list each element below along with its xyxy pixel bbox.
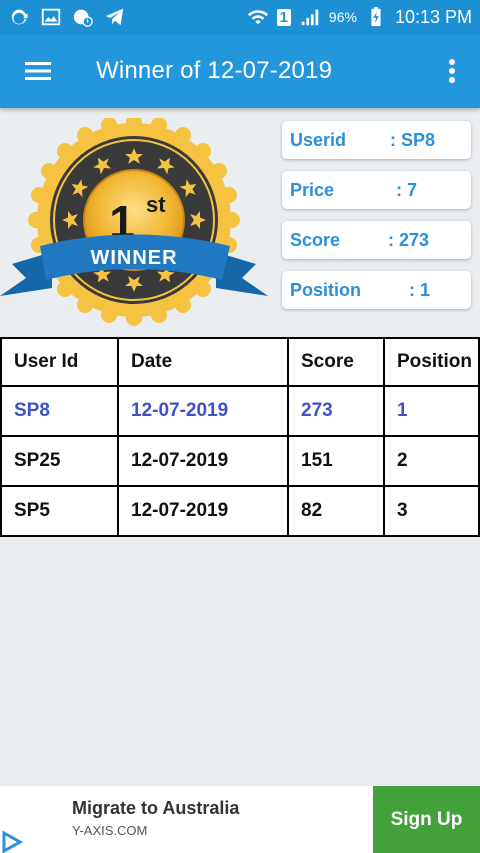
cell-position: 3 [383, 487, 480, 535]
ad-choices-icon[interactable] [0, 829, 24, 853]
ad-title[interactable]: Migrate to Australia [72, 798, 239, 819]
cell-user-id: SP5 [0, 487, 117, 535]
score-value: : 273 [388, 229, 430, 250]
cell-date: 12-07-2019 [117, 437, 287, 485]
header-date: Date [117, 339, 287, 385]
table-header-row: User Id Date Score Position [0, 337, 480, 387]
header-user-id: User Id [0, 339, 117, 385]
first-place-medal-icon: 1 st WINNER [0, 114, 268, 326]
cell-position: 2 [383, 437, 480, 485]
position-value: : 1 [409, 279, 431, 300]
price-value: : 7 [396, 179, 418, 200]
position-label: Position [290, 279, 361, 300]
cell-date: 12-07-2019 [117, 387, 287, 435]
ad-sign-up-button[interactable]: Sign Up [373, 786, 480, 853]
notification-icon [73, 9, 93, 27]
clock: 10:13 PM [394, 6, 472, 27]
header-score: Score [287, 339, 383, 385]
cell-score: 151 [287, 437, 383, 485]
cell-user-id: SP25 [0, 437, 117, 485]
price-label: Price [290, 179, 335, 200]
wifi-icon [247, 10, 268, 25]
header-position: Position [383, 339, 480, 385]
table-row[interactable]: SP8 12-07-2019 273 1 [0, 387, 480, 437]
score-card: Score : 273 [282, 221, 471, 259]
userid-card: Userid : SP8 [282, 121, 471, 159]
sim-indicator: 1 [276, 8, 291, 26]
winner-badge: 1 st WINNER [0, 114, 272, 328]
overflow-menu-button[interactable] [424, 34, 480, 108]
badge-rank-suffix: st [146, 192, 166, 217]
results-table: User Id Date Score Position SP8 12-07-20… [0, 337, 480, 537]
signal-icon [301, 9, 319, 26]
cell-score: 273 [287, 387, 383, 435]
page-title: Winner of 12-07-2019 [96, 57, 333, 84]
cell-user-id: SP8 [0, 387, 117, 435]
table-row[interactable]: SP5 12-07-2019 82 3 [0, 487, 480, 537]
hamburger-icon [25, 62, 51, 80]
gallery-icon [41, 8, 61, 26]
price-card: Price : 7 [282, 171, 471, 209]
more-vert-icon [449, 59, 455, 83]
cell-position: 1 [383, 387, 480, 435]
telegram-icon [105, 8, 124, 26]
cell-date: 12-07-2019 [117, 487, 287, 535]
userid-label: Userid [290, 129, 347, 150]
sync-icon [11, 9, 28, 25]
menu-button[interactable] [0, 34, 76, 108]
ad-banner[interactable]: Migrate to Australia Y-AXIS.COM Sign Up [0, 786, 480, 853]
position-card: Position : 1 [282, 271, 471, 309]
table-row[interactable]: SP25 12-07-2019 151 2 [0, 437, 480, 487]
ad-subtitle: Y-AXIS.COM [72, 823, 148, 838]
cell-score: 82 [287, 487, 383, 535]
app-bar: Winner of 12-07-2019 [0, 34, 480, 108]
battery-percent: 96% [328, 9, 357, 25]
userid-value: : SP8 [390, 129, 436, 150]
score-label: Score [290, 229, 341, 250]
badge-ribbon-text: WINNER [90, 247, 177, 269]
battery-charging-icon [371, 6, 381, 27]
status-bar: 1 96% 10:13 PM [0, 0, 480, 34]
